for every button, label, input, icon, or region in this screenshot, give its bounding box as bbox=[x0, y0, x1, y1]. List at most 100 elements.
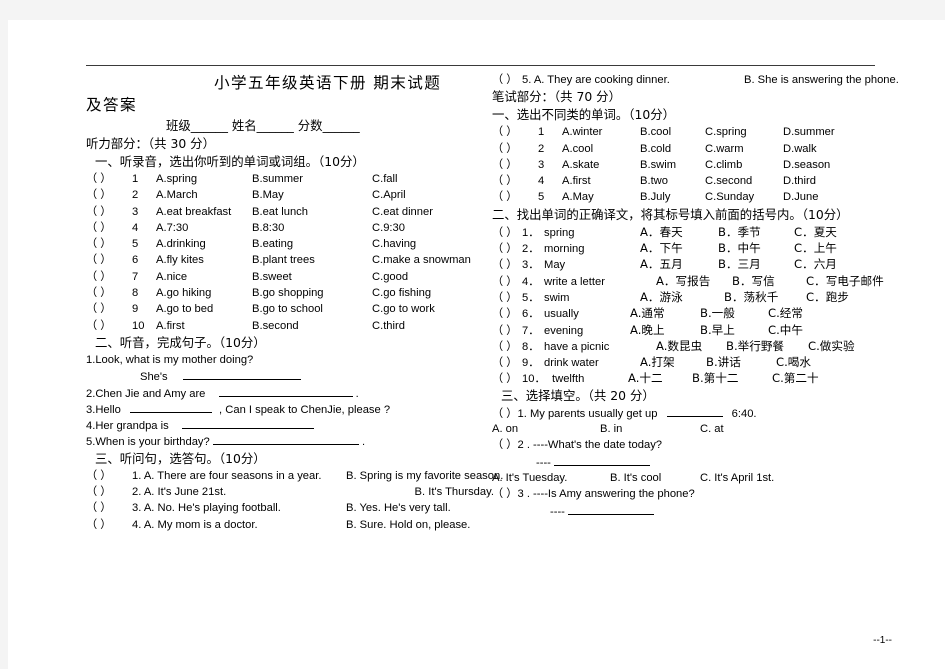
choice-b[interactable]: B.May bbox=[252, 187, 372, 203]
answer-bracket[interactable]: （ ） bbox=[492, 339, 522, 355]
choice-a[interactable]: A.通常 bbox=[630, 305, 700, 321]
answer-bracket[interactable]: （ ） bbox=[492, 355, 522, 371]
choice-c[interactable]: C.喝水 bbox=[776, 354, 811, 370]
choice-b[interactable]: B．荡秋千 bbox=[724, 289, 806, 305]
choice-c[interactable]: C．六月 bbox=[794, 256, 837, 272]
answer-bracket[interactable]: （ ） bbox=[492, 72, 522, 88]
choice-b[interactable]: B.讲话 bbox=[706, 354, 776, 370]
choice-b[interactable]: B.summer bbox=[252, 171, 372, 187]
answer-bracket[interactable]: （ ） bbox=[86, 468, 132, 484]
choice-c[interactable]: C.make a snowman bbox=[372, 252, 471, 268]
choice-b[interactable]: B.two bbox=[640, 173, 705, 189]
choice-c[interactable]: C．上午 bbox=[794, 240, 837, 256]
choice-b[interactable]: B．写信 bbox=[732, 273, 806, 289]
choice-d[interactable]: D.walk bbox=[783, 141, 817, 157]
answer-bracket[interactable]: （ ） bbox=[86, 171, 132, 187]
choice-c[interactable]: C.中午 bbox=[768, 322, 803, 338]
answer-bracket[interactable]: （ ）3 . bbox=[492, 488, 530, 500]
answer-bracket[interactable]: （ ） bbox=[492, 124, 538, 140]
choice-b[interactable]: B. It's Thursday. bbox=[346, 484, 494, 500]
answer-bracket[interactable]: （ ） bbox=[492, 173, 538, 189]
answer-bracket[interactable]: （ ） bbox=[492, 157, 538, 173]
choice-a[interactable]: A.March bbox=[156, 187, 252, 203]
choice-c[interactable]: C.second bbox=[705, 173, 783, 189]
choice-c[interactable]: C.eat dinner bbox=[372, 204, 433, 220]
choice-b[interactable]: B.go to school bbox=[252, 301, 372, 317]
choice-c[interactable]: C.good bbox=[372, 269, 408, 285]
answer-blank[interactable] bbox=[212, 433, 359, 446]
answer-blank[interactable] bbox=[129, 401, 212, 413]
choice-a[interactable]: A. It's Tuesday. bbox=[492, 470, 610, 486]
choice-c[interactable]: C.fall bbox=[372, 171, 398, 187]
choice-a[interactable]: 3. A. No. He's playing football. bbox=[132, 500, 346, 516]
choice-b[interactable]: B.eating bbox=[252, 236, 372, 252]
choice-b[interactable]: B．中午 bbox=[718, 240, 794, 256]
choice-b[interactable]: B.plant trees bbox=[252, 252, 372, 268]
choice-c[interactable]: C.warm bbox=[705, 141, 783, 157]
answer-bracket[interactable]: （ ）2 . bbox=[492, 439, 530, 451]
choice-c[interactable]: C.第二十 bbox=[772, 370, 819, 386]
choice-a[interactable]: A.first bbox=[156, 318, 252, 334]
answer-bracket[interactable]: （ ） bbox=[86, 269, 132, 285]
choice-b[interactable]: B．三月 bbox=[718, 256, 794, 272]
choice-b[interactable]: B.举行野餐 bbox=[726, 338, 808, 354]
choice-a[interactable]: A. on bbox=[492, 421, 600, 437]
answer-bracket[interactable]: （ ） bbox=[86, 484, 132, 500]
choice-a[interactable]: A.winter bbox=[562, 124, 640, 140]
choice-a[interactable]: A.cool bbox=[562, 141, 640, 157]
answer-blank[interactable] bbox=[568, 503, 655, 515]
answer-bracket[interactable]: （ ） bbox=[86, 301, 132, 317]
answer-bracket[interactable]: （ ） bbox=[492, 225, 522, 241]
choice-a[interactable]: A.May bbox=[562, 189, 640, 205]
choice-a[interactable]: A.go hiking bbox=[156, 285, 252, 301]
choice-b[interactable]: B.sweet bbox=[252, 269, 372, 285]
choice-a[interactable]: A.nice bbox=[156, 269, 252, 285]
choice-c[interactable]: C.climb bbox=[705, 157, 783, 173]
answer-bracket[interactable]: （ ） bbox=[86, 517, 132, 533]
choice-b[interactable]: B.go shopping bbox=[252, 285, 372, 301]
choice-c[interactable]: C.go fishing bbox=[372, 285, 431, 301]
choice-a[interactable]: A．下午 bbox=[640, 240, 718, 256]
choice-b[interactable]: B. She is answering the phone. bbox=[744, 72, 899, 88]
choice-a[interactable]: A.eat breakfast bbox=[156, 204, 252, 220]
choice-c[interactable]: C．跑步 bbox=[806, 289, 849, 305]
answer-blank[interactable] bbox=[181, 417, 314, 430]
answer-bracket[interactable]: （ ） bbox=[86, 236, 132, 252]
choice-b[interactable]: B.cool bbox=[640, 124, 705, 140]
choice-a[interactable]: 2. A. It's June 21st. bbox=[132, 484, 346, 500]
choice-c[interactable]: C.having bbox=[372, 236, 416, 252]
choice-b[interactable]: B. It's cool bbox=[610, 470, 700, 486]
answer-bracket[interactable]: （ ） bbox=[86, 252, 132, 268]
choice-a[interactable]: 1. A. There are four seasons in a year. bbox=[132, 468, 346, 484]
choice-a[interactable]: A.数昆虫 bbox=[656, 338, 726, 354]
choice-a[interactable]: A.fly kites bbox=[156, 252, 252, 268]
answer-bracket[interactable]: （ ） bbox=[492, 141, 538, 157]
choice-b[interactable]: B.second bbox=[252, 318, 372, 334]
answer-bracket[interactable]: （ ） bbox=[86, 318, 132, 334]
answer-bracket[interactable]: （ ） bbox=[492, 371, 522, 387]
answer-bracket[interactable]: （ ） bbox=[492, 306, 522, 322]
choice-c[interactable]: C.spring bbox=[705, 124, 783, 140]
choice-b[interactable]: B.一般 bbox=[700, 305, 768, 321]
choice-c[interactable]: C.third bbox=[372, 318, 405, 334]
choice-c[interactable]: C.go to work bbox=[372, 301, 435, 317]
choice-a[interactable]: A.晚上 bbox=[630, 322, 700, 338]
answer-bracket[interactable]: （ ） bbox=[492, 189, 538, 205]
answer-bracket[interactable]: （ ） bbox=[86, 500, 132, 516]
choice-c[interactable]: C.做实验 bbox=[808, 338, 855, 354]
choice-b[interactable]: B. Yes. He's very tall. bbox=[346, 500, 451, 516]
choice-a[interactable]: A.skate bbox=[562, 157, 640, 173]
choice-a[interactable]: A．游泳 bbox=[640, 289, 724, 305]
choice-d[interactable]: D.third bbox=[783, 173, 816, 189]
choice-a[interactable]: 4. A. My mom is a doctor. bbox=[132, 517, 346, 533]
choice-a[interactable]: A.打架 bbox=[640, 354, 706, 370]
choice-a[interactable]: A.十二 bbox=[628, 370, 692, 386]
choice-a[interactable]: A.7:30 bbox=[156, 220, 252, 236]
choice-a[interactable]: A．春天 bbox=[640, 224, 718, 240]
choice-c[interactable]: C.Sunday bbox=[705, 189, 783, 205]
choice-b[interactable]: B.swim bbox=[640, 157, 705, 173]
choice-b[interactable]: B.July bbox=[640, 189, 705, 205]
choice-a[interactable]: A.first bbox=[562, 173, 640, 189]
answer-bracket[interactable]: （ ） bbox=[86, 220, 132, 236]
answer-bracket[interactable]: （ ） bbox=[86, 285, 132, 301]
